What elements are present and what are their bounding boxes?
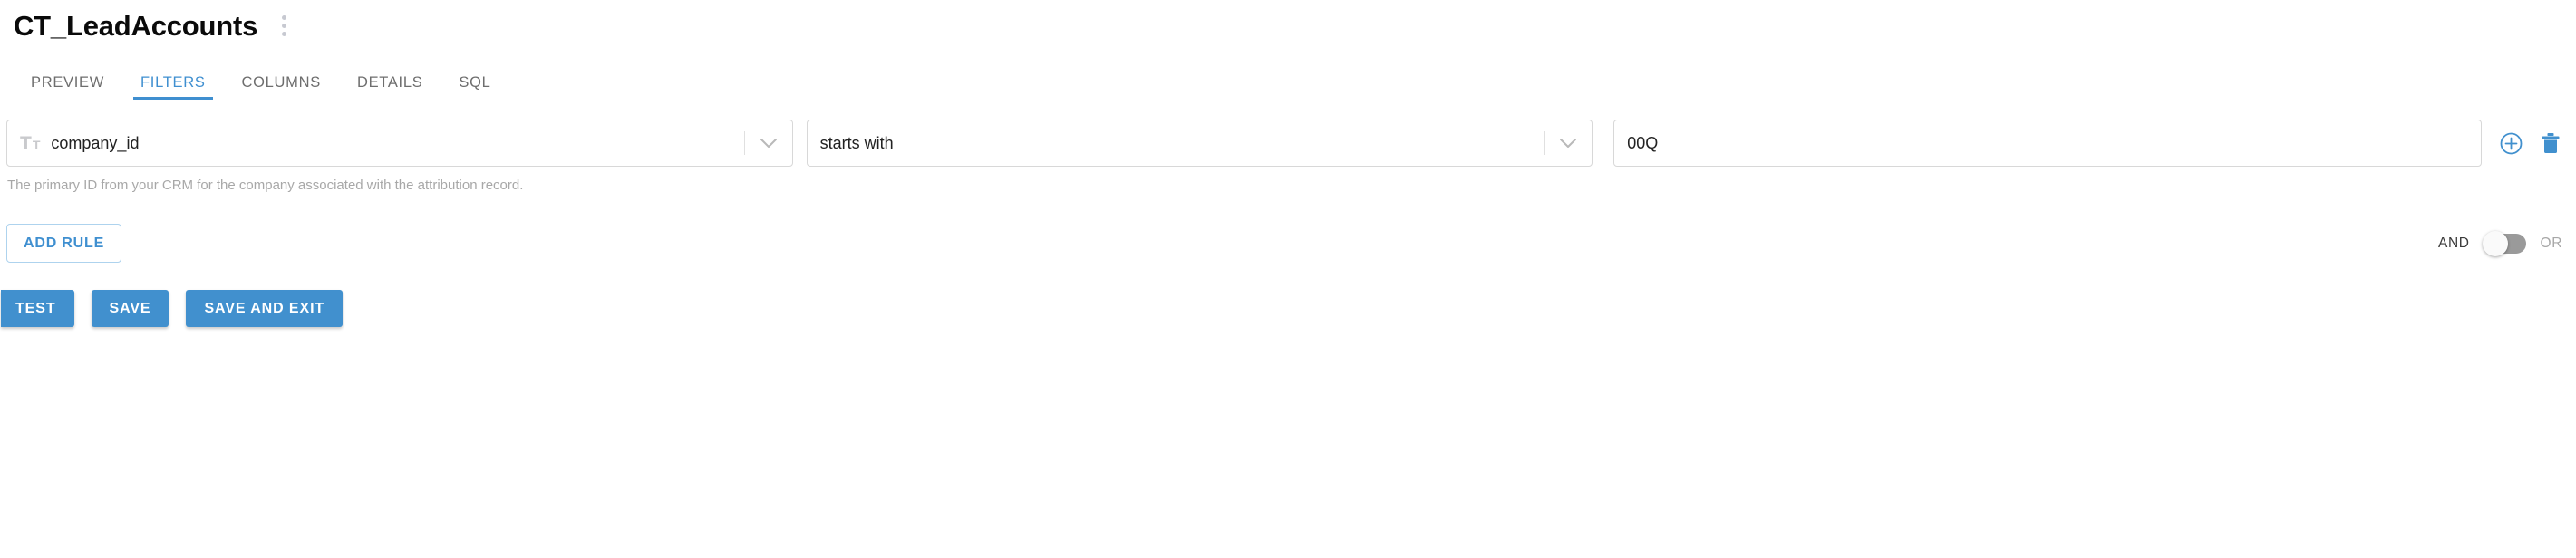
- save-and-exit-button[interactable]: SAVE AND EXIT: [186, 290, 344, 327]
- circle-plus-icon[interactable]: [2498, 130, 2523, 156]
- kebab-menu-icon[interactable]: [274, 12, 294, 39]
- conjunction-or-label: OR: [2540, 235, 2562, 251]
- kebab-dot: [281, 23, 286, 28]
- filter-operator-value: starts with: [819, 133, 894, 152]
- save-button[interactable]: SAVE: [91, 290, 169, 327]
- conjunction-toggle[interactable]: [2482, 230, 2526, 256]
- filter-field-value: company_id: [51, 133, 140, 152]
- kebab-dot: [281, 14, 286, 20]
- filter-row-actions: [2498, 130, 2563, 156]
- test-button[interactable]: TEST: [1, 290, 74, 327]
- page-title: CT_LeadAccounts: [14, 9, 258, 42]
- filter-rule-row: TT company_id starts with: [0, 120, 2576, 167]
- filter-field-select[interactable]: TT company_id: [6, 120, 793, 167]
- conjunction-and-label: AND: [2438, 235, 2470, 251]
- chevron-down-icon[interactable]: [745, 138, 792, 149]
- tab-columns[interactable]: COLUMNS: [224, 56, 339, 100]
- tab-bar: PREVIEW FILTERS COLUMNS DETAILS SQL: [0, 56, 2576, 101]
- filter-value-input[interactable]: [1613, 120, 2482, 167]
- filter-operator-select[interactable]: starts with: [806, 120, 1593, 167]
- page-header: CT_LeadAccounts: [0, 0, 2576, 51]
- tab-preview[interactable]: PREVIEW: [13, 56, 122, 100]
- rule-bar: ADD RULE AND OR: [0, 224, 2576, 263]
- toggle-knob: [2482, 230, 2508, 256]
- tab-sql[interactable]: SQL: [441, 56, 508, 100]
- action-bar: TEST SAVE SAVE AND EXIT: [0, 290, 2576, 327]
- tab-filters[interactable]: FILTERS: [122, 56, 224, 100]
- chevron-down-icon[interactable]: [1545, 138, 1592, 149]
- text-type-icon: TT: [20, 132, 41, 154]
- tab-details[interactable]: DETAILS: [339, 56, 441, 100]
- kebab-dot: [281, 31, 286, 36]
- add-rule-button[interactable]: ADD RULE: [6, 224, 122, 263]
- filters-panel: TT company_id starts with 00Q The primar…: [0, 120, 2576, 327]
- conjunction-toggle-group: AND OR: [2438, 230, 2563, 256]
- filter-field-helper-text: The primary ID from your CRM for the com…: [7, 178, 524, 193]
- trash-icon[interactable]: [2538, 130, 2563, 156]
